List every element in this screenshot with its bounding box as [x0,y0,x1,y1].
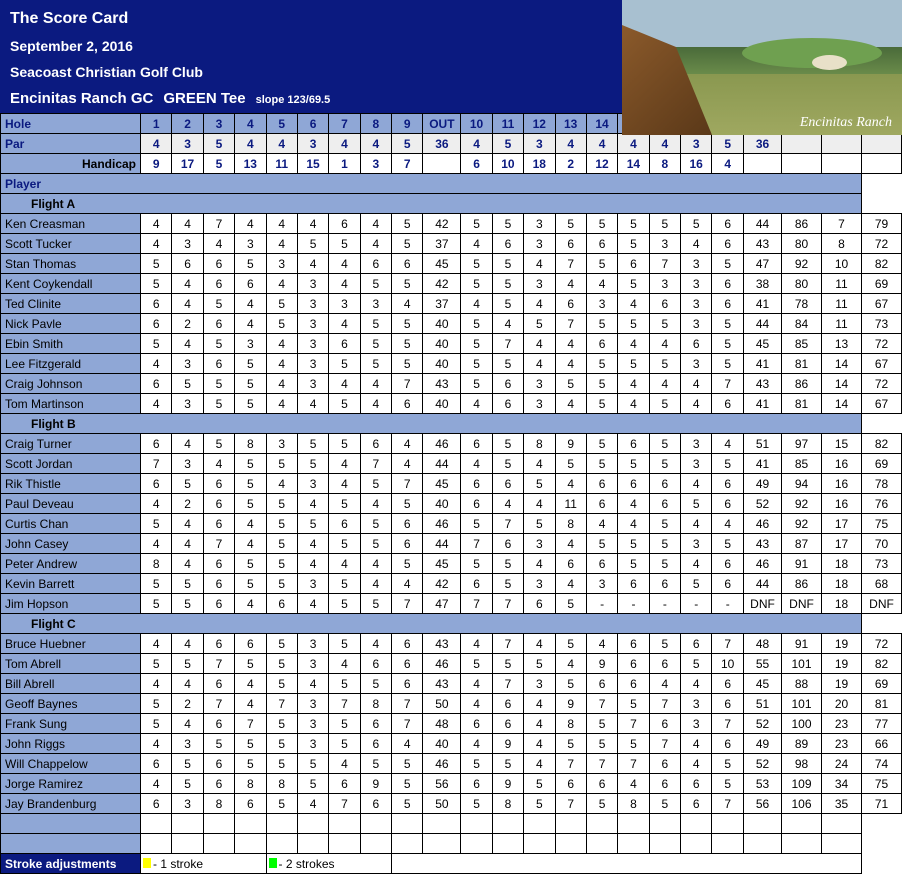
hole-10: 10 [461,114,492,134]
player-name: Nick Pavle [1,314,141,334]
legend-title: Stroke adjustments [1,854,141,874]
player-row: Kent Coykendall5466434554255344533638801… [1,274,902,294]
player-name: Tom Abrell [1,654,141,674]
player-name: Craig Turner [1,434,141,454]
player-row: Scott Tucker434345545374636653464380872 [1,234,902,254]
player-name: John Riggs [1,734,141,754]
player-row: Ebin Smith5453436554057446446545851372 [1,334,902,354]
hole-label: Hole [1,114,141,134]
player-row: Rik Thistle6565434574566546664649941678 [1,474,902,494]
player-name: Curtis Chan [1,514,141,534]
player-name: Peter Andrew [1,554,141,574]
player-name: Lee Fitzgerald [1,354,141,374]
handicap-label: Handicap [1,154,141,174]
player-row: Tom Abrell557553466465554966510551011982 [1,654,902,674]
player-row: Tom Martinson435544546404634545464181146… [1,394,902,414]
hole-3: 3 [203,114,234,134]
legend-one-stroke: - 1 stroke [141,854,267,874]
player-name: Bruce Huebner [1,634,141,654]
player-name: Ted Clinite [1,294,141,314]
player-row: Ken Creasman447444645425535555564486779 [1,214,902,234]
photo-caption: Encinitas Ranch [800,115,892,131]
hole-5: 5 [266,114,297,134]
player-row: Lee Fitzgerald43654355540554455535418114… [1,354,902,374]
player-name: Kevin Barrett [1,574,141,594]
legend-two-strokes: - 2 strokes [266,854,392,874]
player-name: Jim Hopson [1,594,141,614]
player-row: Craig Turner6458355644665895653451971582 [1,434,902,454]
player-row: Ted Clinite6454533343745463463641781167 [1,294,902,314]
hole-2: 2 [172,114,203,134]
player-row: Bruce Huebner446653546434745465674891197… [1,634,902,654]
player-name: Stan Thomas [1,254,141,274]
player-row: Jorge Ramirez456885695566956646655310934… [1,774,902,794]
player-name: Rik Thistle [1,474,141,494]
scorecard-header: The Score Card September 2, 2016 Seacoas… [0,0,902,113]
player-row: Paul Deveau42655454540644116465652921676 [1,494,902,514]
player-name: Ebin Smith [1,334,141,354]
player-name: Scott Tucker [1,234,141,254]
player-row: Jim Hopson556464557477765-----DNFDNF18DN… [1,594,902,614]
flight-header: Flight A [1,194,862,214]
hole-12: 12 [524,114,555,134]
hole-7: 7 [329,114,360,134]
player-name: Tom Martinson [1,394,141,414]
player-row: Will Chappelow65655545546554777645529824… [1,754,902,774]
player-name: Jay Brandenburg [1,794,141,814]
player-row: John Riggs4355535644049455574649892366 [1,734,902,754]
player-name: Ken Creasman [1,214,141,234]
course-name: Encinitas Ranch GC [10,90,153,107]
player-name: Geoff Baynes [1,694,141,714]
hole-8: 8 [360,114,391,134]
player-row: Jay Brandenburg6386547655058575856756106… [1,794,902,814]
player-row: Scott Jordan7345554744445455553541851669 [1,454,902,474]
hole-1: 1 [141,114,172,134]
player-row: John Casey4474545564476345553543871770 [1,534,902,554]
player-row: Geoff Baynes5274737875046497573651101208… [1,694,902,714]
slope-rating: slope 123/69.5 [256,94,331,106]
hole-11: 11 [492,114,523,134]
hole-14: 14 [586,114,617,134]
player-row: Stan Thomas5665344664555475673547921082 [1,254,902,274]
course-photo: Encinitas Ranch [622,0,902,135]
tee-name: GREEN Tee [163,90,245,107]
player-name: Will Chappelow [1,754,141,774]
scorecard-table: Hole123456789OUT101112131415161718INTOTH… [0,113,902,874]
player-name: John Casey [1,534,141,554]
player-name: Paul Deveau [1,494,141,514]
hole-6: 6 [297,114,328,134]
player-row: Nick Pavle6264534554054575553544841173 [1,314,902,334]
par-label: Par [1,134,141,154]
player-row: Curtis Chan5464556564657584454446921775 [1,514,902,534]
player-name: Scott Jordan [1,454,141,474]
hole-9: 9 [392,114,423,134]
player-name: Craig Johnson [1,374,141,394]
player-row: Kevin Barrett556553544426534366564486186… [1,574,902,594]
out-label: OUT [423,114,461,134]
flight-header: Flight B [1,414,862,434]
player-name: Kent Coykendall [1,274,141,294]
player-name: Jorge Ramirez [1,774,141,794]
player-label: Player [1,174,862,194]
player-row: Peter Andrew8465544454555466554646911873 [1,554,902,574]
player-row: Craig Johnson655543447435635544474386147… [1,374,902,394]
player-name: Frank Sung [1,714,141,734]
player-row: Frank Sung54675356748664857637521002377 [1,714,902,734]
player-name: Bill Abrell [1,674,141,694]
flight-header: Flight C [1,614,862,634]
player-row: Bill Abrell4464545564347356644645881969 [1,674,902,694]
hole-13: 13 [555,114,586,134]
hole-4: 4 [235,114,266,134]
